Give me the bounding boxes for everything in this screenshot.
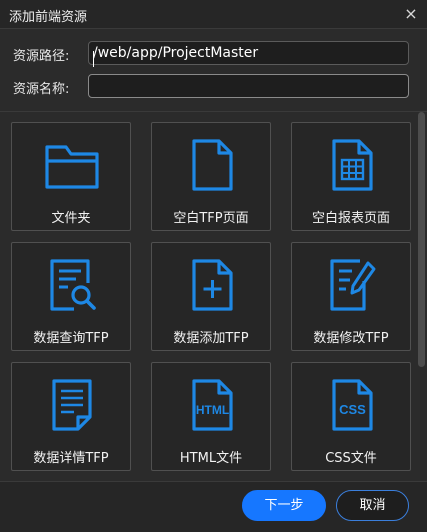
next-button[interactable]: 下一步 xyxy=(242,490,326,521)
css-file-icon: CSS xyxy=(332,379,373,431)
cancel-button[interactable]: 取消 xyxy=(336,490,409,521)
tile-report-page[interactable]: 空白报表页面 xyxy=(291,122,411,231)
tile-label: 数据添加TFP xyxy=(173,331,249,346)
resource-type-grid: 文件夹 空白TFP页面 空白报表页面 数据查询TFP 数据添加TFP 数据修改T… xyxy=(0,111,427,479)
text-caret xyxy=(93,51,94,67)
report-page-icon xyxy=(332,139,373,191)
html-badge: HTML xyxy=(196,403,229,417)
data-detail-icon xyxy=(52,379,92,431)
path-label: 资源路径: xyxy=(13,49,70,64)
tile-data-edit[interactable]: 数据修改TFP xyxy=(291,242,411,351)
tile-data-query[interactable]: 数据查询TFP xyxy=(11,242,131,351)
name-label: 资源名称: xyxy=(13,82,70,97)
tile-label: 数据详情TFP xyxy=(33,451,109,466)
dialog-title: 添加前端资源 xyxy=(9,10,88,25)
tile-blank-page[interactable]: 空白TFP页面 xyxy=(151,122,271,231)
blank-page-icon xyxy=(192,139,233,191)
name-field[interactable] xyxy=(88,74,409,98)
grid-scrollbar[interactable] xyxy=(418,112,425,367)
data-add-icon xyxy=(192,259,233,311)
tile-css-file[interactable]: CSS CSS文件 xyxy=(291,362,411,471)
dialog-titlebar: 添加前端资源 × xyxy=(0,0,427,29)
tile-data-detail[interactable]: 数据详情TFP xyxy=(11,362,131,471)
data-edit-icon xyxy=(330,259,376,311)
css-badge: CSS xyxy=(339,402,366,417)
tile-label: HTML文件 xyxy=(179,451,243,466)
html-file-icon: HTML xyxy=(192,379,233,431)
tile-label: 空白TFP页面 xyxy=(173,211,249,226)
dialog-footer: 下一步 取消 xyxy=(0,481,427,532)
tile-label: 数据查询TFP xyxy=(33,331,109,346)
resource-form: 资源路径: 资源名称: xyxy=(0,29,427,108)
path-field[interactable] xyxy=(88,41,409,65)
tile-label: CSS文件 xyxy=(325,451,377,466)
close-icon[interactable]: × xyxy=(401,4,421,24)
tile-label: 文件夹 xyxy=(51,211,91,226)
tile-label: 空白报表页面 xyxy=(311,211,390,226)
tile-html-file[interactable]: HTML HTML文件 xyxy=(151,362,271,471)
tile-folder[interactable]: 文件夹 xyxy=(11,122,131,231)
folder-icon xyxy=(45,145,99,189)
tile-data-add[interactable]: 数据添加TFP xyxy=(151,242,271,351)
data-query-icon xyxy=(50,259,96,311)
tile-label: 数据修改TFP xyxy=(313,331,389,346)
